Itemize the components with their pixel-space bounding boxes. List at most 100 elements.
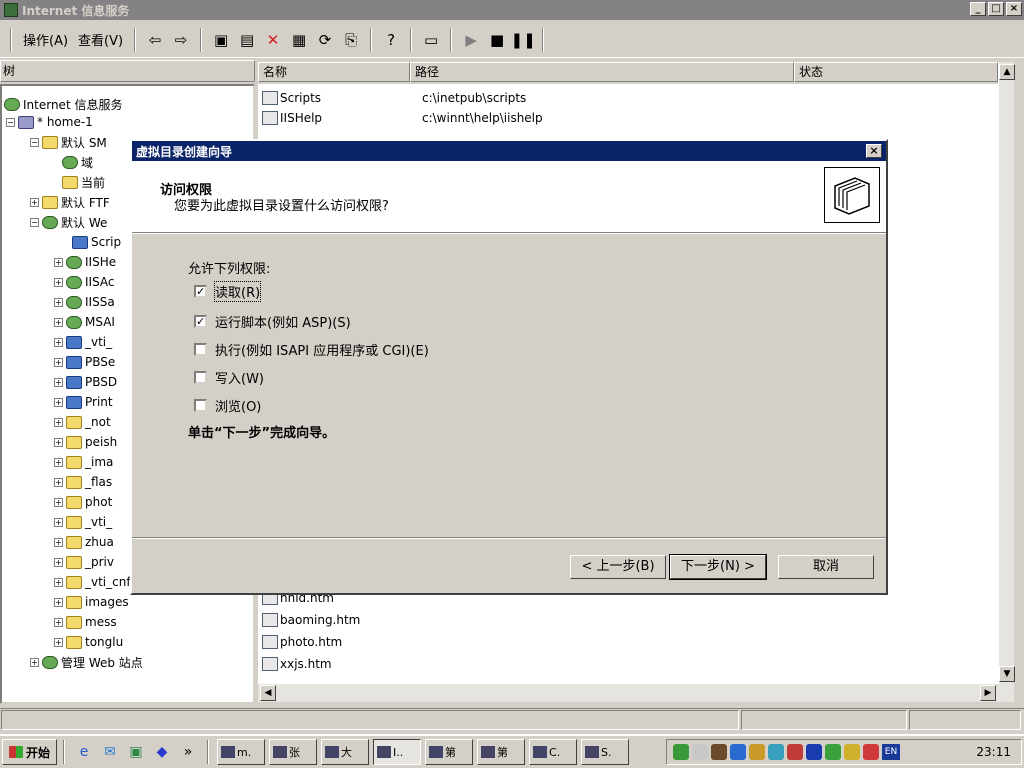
tray-app-icon[interactable] [825,744,841,760]
permission-write[interactable]: 写入(W) [194,368,264,387]
expand-icon[interactable]: + [54,577,63,587]
tree-item-mess[interactable]: + mess [54,612,117,632]
list-row[interactable]: photo.htm [262,632,412,652]
permission-browse[interactable]: 浏览(O) [194,396,261,415]
tray-app-icon[interactable] [768,744,784,760]
show-tree-icon[interactable]: ▤ [236,29,258,51]
dialog-title-bar[interactable]: 虚拟目录创建向导 × [132,141,886,161]
task-button[interactable]: 大 [321,739,370,765]
tree-item[interactable]: + _ima [54,452,113,472]
task-button[interactable]: 第 [425,739,474,765]
expand-icon[interactable]: + [30,657,39,667]
quicklaunch-overflow-icon[interactable]: » [178,742,198,762]
expand-icon[interactable]: + [54,477,63,487]
expand-icon[interactable]: + [54,297,63,307]
network-icon[interactable] [673,744,689,760]
tree-item-domain[interactable]: 域 [62,152,93,172]
tree-item[interactable]: + _flas [54,472,112,492]
checkbox-write[interactable] [194,371,207,384]
expand-icon[interactable]: + [54,317,63,327]
collapse-icon[interactable]: − [30,217,39,227]
next-button[interactable]: 下一步(N) > [669,554,767,580]
tree-item-default-smtp[interactable]: − 默认 SM [30,132,107,152]
tree-item-admin-web-site[interactable]: + 管理 Web 站点 [30,652,143,672]
task-button-iis[interactable]: I.. [373,739,422,765]
tree-item[interactable]: + _vti_cnf [54,572,131,592]
expand-icon[interactable]: + [54,357,63,367]
task-button[interactable]: 张 [269,739,318,765]
permission-execute[interactable]: 执行(例如 ISAPI 应用程序或 CGI)(E) [194,340,429,359]
tree-item-images[interactable]: + images [54,592,129,612]
tree-item[interactable]: + PBSe [54,352,115,372]
permission-read[interactable]: ✓ 读取(R) [194,281,262,302]
tray-app-icon[interactable] [844,744,860,760]
forward-arrow-icon[interactable]: ⇨ [170,29,192,51]
tree-item-default-web[interactable]: − 默认 We [30,212,107,232]
expand-icon[interactable]: + [54,497,63,507]
refresh-icon[interactable]: ⟳ [314,29,336,51]
back-button[interactable]: < 上一步(B) [570,555,666,579]
column-path[interactable]: 路径 [410,62,794,82]
properties-icon[interactable]: ▦ [288,29,310,51]
menu-action[interactable]: 操作(A) [18,28,73,51]
task-button[interactable]: 第 [477,739,526,765]
up-folder-icon[interactable]: ▣ [210,29,232,51]
tree-item[interactable]: + IISHe [54,252,116,272]
expand-icon[interactable]: + [54,257,63,267]
tray-app-icon[interactable] [863,744,879,760]
menu-view[interactable]: 查看(V) [73,28,128,51]
checkbox-run-scripts[interactable]: ✓ [194,315,207,328]
cancel-button[interactable]: 取消 [778,555,874,579]
delete-icon[interactable]: ✕ [262,29,284,51]
expand-icon[interactable]: + [54,537,63,547]
list-row[interactable]: xxjs.htm [262,654,412,674]
expand-icon[interactable]: + [54,597,63,607]
tray-app-icon[interactable] [730,744,746,760]
volume-icon[interactable] [692,744,708,760]
scroll-down-icon[interactable]: ▼ [999,666,1015,682]
checkbox-browse[interactable] [194,399,207,412]
column-name[interactable]: 名称 [258,62,410,82]
expand-icon[interactable]: + [54,397,63,407]
collapse-icon[interactable]: − [30,137,39,147]
antivirus-icon[interactable] [787,744,803,760]
column-status[interactable]: 状态 [794,62,998,82]
scroll-left-icon[interactable]: ◀ [260,685,276,701]
expand-icon[interactable]: + [54,417,63,427]
tree-item[interactable]: + peish [54,432,117,452]
maximize-button[interactable]: □ [988,2,1004,16]
tree-item[interactable]: + IISSa [54,292,115,312]
tray-app-icon[interactable] [749,744,765,760]
computer-icon[interactable]: ▭ [420,29,442,51]
expand-icon[interactable]: + [54,437,63,447]
task-button[interactable]: C. [529,739,578,765]
pause-icon[interactable]: ❚❚ [511,29,536,51]
scroll-right-icon[interactable]: ▶ [980,685,996,701]
task-button[interactable]: S. [581,739,630,765]
tree-item[interactable]: + _vti_ [54,512,112,532]
task-button[interactable]: m. [217,739,266,765]
checkbox-execute[interactable] [194,343,207,356]
tree-item[interactable]: + _vti_ [54,332,112,352]
stop-icon[interactable]: ■ [486,29,508,51]
back-arrow-icon[interactable]: ⇦ [144,29,166,51]
tree-item[interactable]: + _not [54,412,111,432]
tree-item[interactable]: + IISAc [54,272,115,292]
expand-icon[interactable]: + [54,517,63,527]
tree-item-tonglu[interactable]: + tonglu [54,632,123,652]
start-button[interactable]: 开始 [2,739,58,765]
tray-app-icon[interactable] [806,744,822,760]
tree-item[interactable]: + zhua [54,532,114,552]
collapse-icon[interactable]: − [6,117,15,127]
input-language-indicator[interactable]: EN [882,744,900,760]
scroll-up-icon[interactable]: ▲ [999,64,1015,80]
expand-icon[interactable]: + [54,637,63,647]
show-desktop-icon[interactable]: ▣ [126,742,146,762]
horizontal-scrollbar[interactable]: ◀ ▶ [258,684,1014,702]
clock[interactable]: 23:11 [976,745,1011,759]
tree-item[interactable]: + phot [54,492,112,512]
tree-item[interactable]: Scrip [72,232,121,252]
window-title-bar[interactable]: Internet 信息服务 _ □ × [0,0,1024,20]
list-row[interactable]: IISHelp c:\winnt\help\iishelp [262,108,543,128]
outlook-express-icon[interactable]: ✉ [100,742,120,762]
